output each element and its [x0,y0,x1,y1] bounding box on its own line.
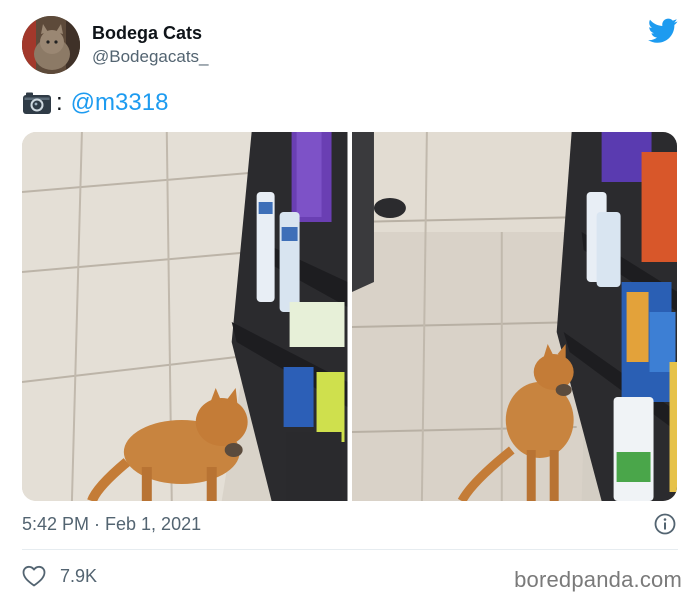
mention-link[interactable]: @m3318 [71,88,169,118]
author-block: Bodega Cats @Bodegacats_ [92,22,209,68]
display-name[interactable]: Bodega Cats [92,22,209,44]
info-icon[interactable] [654,513,676,535]
cat-avatar-icon [22,16,80,74]
cat-photo-image [22,132,348,501]
tweet-text: : @m3318 [22,88,168,118]
watermark: boredpanda.com [514,567,682,592]
media-grid [22,132,677,501]
cat-photo-image [351,132,677,501]
camera-icon [23,92,51,114]
tweet-card: Bodega Cats @Bodegacats_ : @m3318 5:42 P… [0,0,700,603]
photo-left[interactable] [22,132,348,501]
twitter-bird-icon[interactable] [648,18,678,44]
divider [22,549,678,550]
like-button[interactable]: 7.9K [22,564,97,588]
like-count: 7.9K [60,566,98,586]
photo-right[interactable] [351,132,677,501]
tweet-colon: : [56,89,63,116]
tweet-timestamp[interactable]: 5:42 PM · Feb 1, 2021 [22,512,201,536]
user-handle[interactable]: @Bodegacats_ [92,46,209,68]
avatar[interactable] [22,16,80,74]
heart-icon[interactable] [22,565,46,587]
